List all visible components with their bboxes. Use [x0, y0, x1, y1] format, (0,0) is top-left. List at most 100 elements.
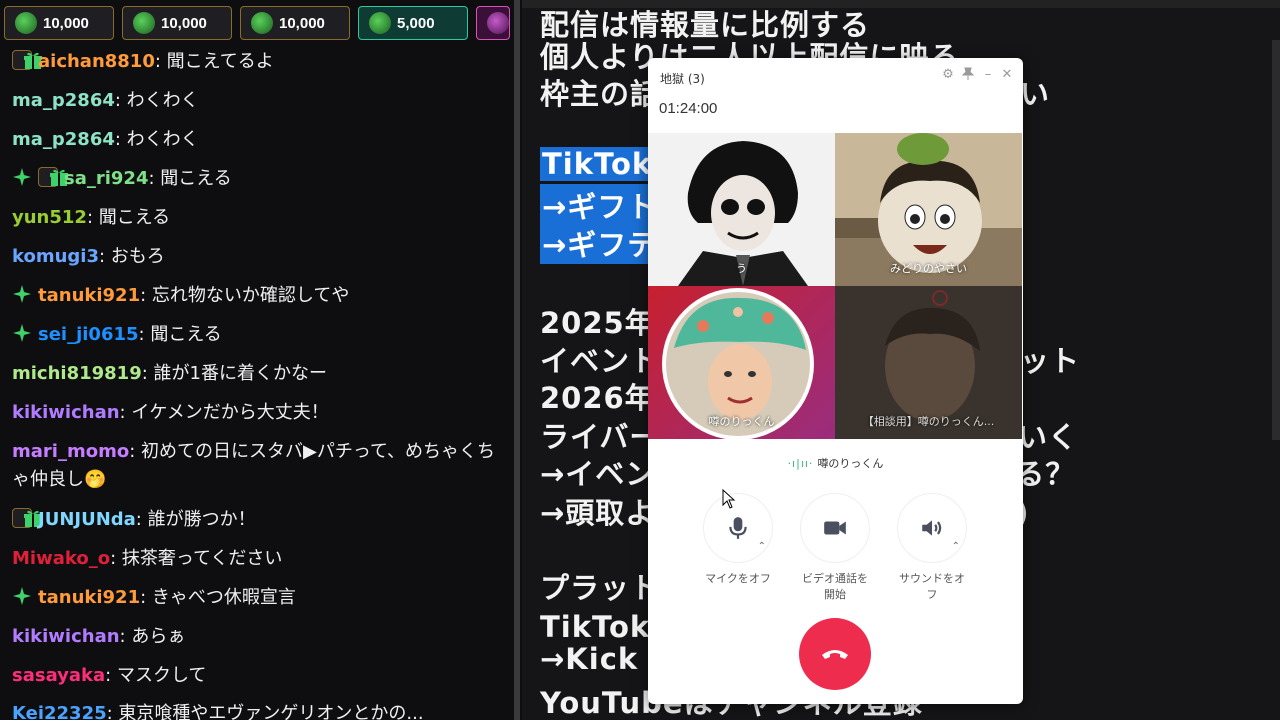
chat-message: Kei22325: 東京喰種やエヴァンゲリオンとかの...: [12, 700, 504, 720]
chevron-up-icon[interactable]: ⌃: [758, 541, 766, 552]
call-timer: 01:24:00: [659, 100, 718, 117]
gift-icon: [133, 12, 155, 34]
chat-text: : マスクして: [105, 665, 207, 686]
chat-panel: 10,000 10,000 10,000 5,000 aichan8810: 聞…: [0, 0, 520, 720]
participant-tile[interactable]: 噂のりっくん: [648, 286, 835, 439]
chat-message: kikiwichan: イケメンだから大丈夫！: [12, 399, 504, 427]
hang-up-button[interactable]: [799, 618, 871, 690]
chat-text: : 聞こえる: [138, 324, 222, 345]
chat-text: : 忘れ物ないか確認してや: [140, 285, 350, 306]
settings-icon[interactable]: ⚙: [940, 67, 956, 83]
pin-icon[interactable]: [960, 67, 976, 83]
gift-amount: 10,000: [43, 14, 89, 32]
slide-text-line: 2025年: [540, 306, 655, 340]
gift-item[interactable]: 10,000: [122, 6, 232, 40]
gift-icon: [487, 12, 509, 34]
chat-username[interactable]: aichan8810: [38, 51, 155, 72]
chat-username[interactable]: michi819819: [12, 363, 142, 384]
close-icon[interactable]: ✕: [999, 67, 1015, 83]
chat-text: : わくわく: [114, 129, 199, 150]
chat-scrollbar[interactable]: [514, 0, 520, 720]
chat-message: tanuki921: 忘れ物ないか確認してや: [12, 282, 504, 310]
chat-message: komugi3: おもろ: [12, 243, 504, 271]
chat-message: michi819819: 誰が1番に着くかなー: [12, 360, 504, 388]
chevron-up-icon[interactable]: ⌃: [952, 541, 960, 552]
video-label: ビデオ通話を開始: [802, 572, 868, 601]
chat-username[interactable]: ma_p2864: [12, 90, 115, 111]
sparkle-badge-icon: [12, 284, 32, 304]
participant-name: 噂のりっくん: [708, 415, 775, 428]
active-speaker-name: 噂のりっくん: [817, 457, 884, 470]
gift-amount: 5,000: [397, 14, 435, 32]
mic-control: ⌃ マイクをオフ: [701, 493, 775, 587]
chat-message: ma_p2864: わくわく: [12, 126, 504, 154]
chat-text: : 聞こえる: [86, 207, 171, 228]
slide-text-line: プラット: [540, 571, 661, 605]
gift-leaderboard: 10,000 10,000 10,000 5,000: [0, 6, 520, 42]
mouse-cursor-icon: [722, 489, 736, 509]
participant-name: う: [736, 262, 747, 275]
chat-message: JUNJUNda: 誰が勝つか！: [12, 506, 504, 534]
audio-wave-icon: ·ı|ıı·: [787, 457, 814, 470]
chat-message: aichan8810: 聞こえてるよ: [12, 48, 504, 76]
call-title: 地獄 (3): [660, 72, 705, 86]
chat-username[interactable]: kikiwichan: [12, 626, 120, 647]
slide-text-line: →Kick: [540, 642, 639, 676]
sparkle-badge-icon: [12, 323, 32, 343]
slide-scrollbar[interactable]: [1272, 40, 1280, 440]
chat-username[interactable]: kikiwichan: [12, 402, 120, 423]
chat-message: mari_momo: 初めての日にスタバ▶パチって、めちゃくちゃ仲良し🤭: [12, 438, 504, 494]
chat-username[interactable]: Kei22325: [12, 703, 107, 720]
chat-message: sa_ri924: 聞こえる: [12, 165, 504, 193]
gift-badge-icon: [12, 50, 42, 70]
participant-name: 【相談用】噂のりっくん...: [862, 415, 995, 428]
mute-sound-button[interactable]: ⌃: [897, 493, 967, 563]
chat-text: : 聞こえてるよ: [154, 51, 274, 72]
start-video-button[interactable]: [800, 493, 870, 563]
chat-username[interactable]: komugi3: [12, 246, 99, 267]
video-control: ビデオ通話を開始: [798, 493, 872, 603]
gift-amount: 10,000: [279, 14, 325, 32]
minimize-icon[interactable]: –: [980, 67, 996, 83]
participant-name: みどりのやさい: [890, 262, 967, 275]
chat-username[interactable]: ma_p2864: [12, 129, 115, 150]
gift-badge-icon: [38, 167, 68, 187]
participant-tile[interactable]: みどりのやさい: [835, 133, 1022, 286]
chat-username[interactable]: JUNJUNda: [38, 509, 136, 530]
chat-username[interactable]: sei_ji0615: [38, 324, 139, 345]
chat-username[interactable]: tanuki921: [38, 285, 140, 306]
speaker-icon: [922, 520, 942, 536]
chat-message: kikiwichan: あらぁ: [12, 623, 504, 651]
voice-call-window: 地獄 (3) ⚙ – ✕ 01:24:00 う みどりのやさい 噂のりっくん 【…: [648, 58, 1023, 704]
participant-tile[interactable]: う: [648, 133, 835, 286]
gift-item[interactable]: 10,000: [4, 6, 114, 40]
participant-tile[interactable]: 【相談用】噂のりっくん...: [835, 286, 1022, 439]
chat-username[interactable]: tanuki921: [38, 587, 140, 608]
chat-username[interactable]: sasayaka: [12, 665, 105, 686]
video-camera-icon: [824, 521, 846, 535]
microphone-icon: [729, 517, 747, 539]
chat-username[interactable]: sa_ri924: [64, 168, 148, 189]
mic-label: マイクをオフ: [705, 572, 771, 585]
slide-text-line: TikTok: [540, 147, 655, 181]
chat-message: yun512: 聞こえる: [12, 204, 504, 232]
chat-username[interactable]: Miwako_o: [12, 548, 110, 569]
gift-item[interactable]: 5,000: [358, 6, 468, 40]
mute-mic-button[interactable]: ⌃: [703, 493, 773, 563]
gift-icon: [369, 12, 391, 34]
chat-message: sasayaka: マスクして: [12, 662, 504, 690]
active-speaker-indicator: ·ı|ıı· 噂のりっくん: [648, 455, 1023, 471]
chat-username[interactable]: yun512: [12, 207, 87, 228]
chat-text: : 聞こえる: [148, 168, 232, 189]
sparkle-badge-icon: [12, 586, 32, 606]
gift-amount: 10,000: [161, 14, 207, 32]
gift-item[interactable]: [476, 6, 510, 40]
sparkle-badge-icon: [12, 167, 32, 187]
hang-up-phone-icon: [822, 650, 848, 659]
gift-icon: [15, 12, 37, 34]
chat-username[interactable]: mari_momo: [12, 441, 129, 462]
chat-text: : 抹茶奢ってください: [110, 548, 283, 569]
sound-label: サウンドをオフ: [899, 572, 965, 601]
chat-message: sei_ji0615: 聞こえる: [12, 321, 504, 349]
gift-item[interactable]: 10,000: [240, 6, 350, 40]
